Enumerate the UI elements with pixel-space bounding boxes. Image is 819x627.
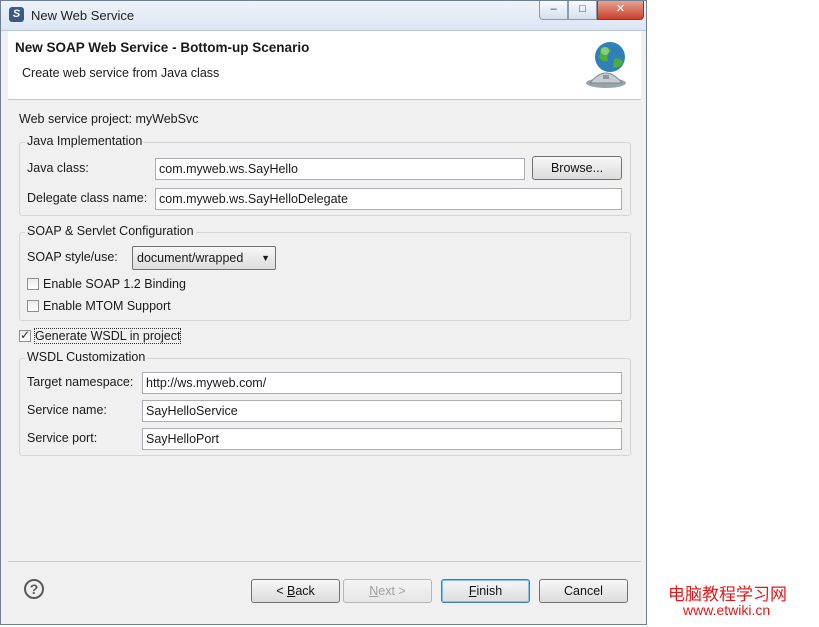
soap12-label: Enable SOAP 1.2 Binding: [43, 277, 186, 291]
wizard-subtitle: Create web service from Java class: [22, 66, 220, 80]
close-button[interactable]: ✕: [597, 1, 644, 20]
service-port-input[interactable]: SayHelloPort: [142, 428, 622, 450]
app-icon: S: [9, 7, 24, 22]
finish-button[interactable]: Finish: [441, 579, 530, 603]
globe-service-icon: [586, 42, 626, 88]
wizard-title: New SOAP Web Service - Bottom-up Scenari…: [15, 40, 310, 55]
browse-button[interactable]: Browse...: [532, 156, 622, 180]
next-mnemonic: N: [369, 584, 379, 598]
target-namespace-label: Target namespace:: [27, 375, 134, 389]
next-button[interactable]: Next >: [343, 579, 432, 603]
help-icon[interactable]: ?: [24, 579, 44, 599]
generate-wsdl-option[interactable]: Generate WSDL in project: [19, 328, 182, 344]
soap-config-legend: SOAP & Servlet Configuration: [25, 224, 196, 238]
finish-suffix: inish: [476, 584, 503, 598]
java-implementation-legend: Java Implementation: [25, 134, 145, 148]
footer-separator: [8, 561, 641, 562]
service-name-label: Service name:: [27, 403, 107, 417]
mtom-checkbox[interactable]: [27, 300, 39, 312]
generate-wsdl-label: Generate WSDL in project: [33, 328, 182, 344]
soap12-checkbox[interactable]: [27, 278, 39, 290]
minimize-button[interactable]: –: [539, 1, 568, 20]
title-bar[interactable]: S New Web Service – □ ✕: [1, 1, 646, 31]
soap-style-label: SOAP style/use:: [27, 250, 118, 264]
maximize-button[interactable]: □: [568, 1, 597, 20]
mtom-label: Enable MTOM Support: [43, 299, 171, 313]
soap12-option[interactable]: Enable SOAP 1.2 Binding: [27, 277, 186, 291]
next-suffix: ext >: [378, 584, 406, 598]
back-suffix: ack: [295, 584, 315, 598]
delegate-class-label: Delegate class name:: [27, 191, 148, 205]
dialog-window: S New Web Service – □ ✕ New SOAP Web Ser…: [0, 0, 647, 625]
service-port-label: Service port:: [27, 431, 98, 445]
cancel-button[interactable]: Cancel: [539, 579, 628, 603]
target-namespace-input[interactable]: http://ws.myweb.com/: [142, 372, 622, 394]
service-name-input[interactable]: SayHelloService: [142, 400, 622, 422]
dropdown-arrow-icon: ▼: [261, 253, 270, 263]
back-prefix: <: [276, 584, 287, 598]
mtom-option[interactable]: Enable MTOM Support: [27, 299, 171, 313]
watermark-url: www.etwiki.cn: [683, 602, 771, 618]
delegate-class-input[interactable]: com.myweb.ws.SayHelloDelegate: [155, 188, 622, 210]
window-controls: – □ ✕: [539, 1, 644, 20]
window-title: New Web Service: [31, 8, 135, 23]
wsdl-customization-legend: WSDL Customization: [25, 350, 148, 364]
generate-wsdl-checkbox[interactable]: [19, 328, 31, 342]
soap-style-select[interactable]: document/wrapped ▼: [132, 246, 276, 270]
soap-style-value: document/wrapped: [137, 251, 244, 265]
back-button[interactable]: < Back: [251, 579, 340, 603]
wizard-header: New SOAP Web Service - Bottom-up Scenari…: [8, 31, 641, 100]
project-label: Web service project: myWebSvc: [19, 112, 199, 126]
java-class-label: Java class:: [27, 161, 89, 175]
java-class-input[interactable]: com.myweb.ws.SayHello: [155, 158, 525, 180]
